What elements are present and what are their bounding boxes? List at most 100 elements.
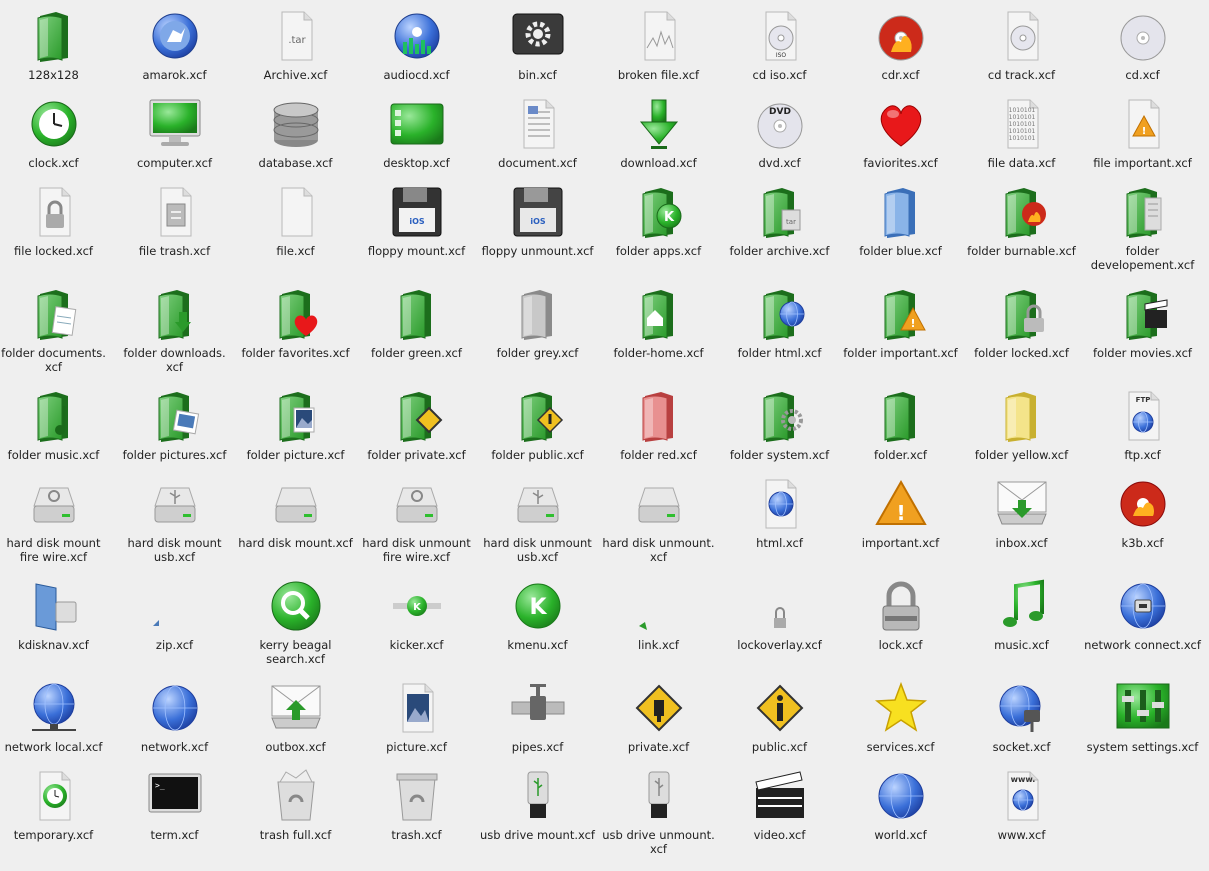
icon-label: ftp.xcf bbox=[1082, 448, 1203, 462]
icon-tile[interactable]: file.xcf bbox=[235, 184, 356, 258]
icon-tile[interactable]: world.xcf bbox=[840, 768, 961, 842]
icon-tile[interactable]: >_ term.xcf bbox=[114, 768, 235, 842]
icon-tile[interactable]: folder documents. xcf bbox=[0, 286, 114, 374]
icon-tile[interactable]: Kkmenu.xcf bbox=[477, 578, 598, 652]
icon-tile[interactable]: www. www.xcf bbox=[961, 768, 1082, 842]
icon-tile[interactable]: FTP ftp.xcf bbox=[1082, 388, 1203, 462]
folder-yellow-icon bbox=[994, 388, 1050, 444]
icon-tile[interactable]: ! important.xcf bbox=[840, 476, 961, 550]
icon-tile[interactable]: 128x128 bbox=[0, 8, 114, 82]
icon-tile[interactable]: ! folder important.xcf bbox=[840, 286, 961, 360]
trash-icon bbox=[389, 768, 445, 824]
icon-tile[interactable]: folder pictures.xcf bbox=[114, 388, 235, 462]
icon-label-line: music.xcf bbox=[994, 638, 1049, 652]
icon-tile[interactable]: folder grey.xcf bbox=[477, 286, 598, 360]
icon-tile[interactable]: hard disk unmount fire wire.xcf bbox=[356, 476, 477, 564]
icon-tile[interactable]: download.xcf bbox=[598, 96, 719, 170]
icon-tile[interactable]: iOS floppy unmount.xcf bbox=[477, 184, 598, 258]
icon-tile[interactable]: DVD dvd.xcf bbox=[719, 96, 840, 170]
icon-tile[interactable]: folder blue.xcf bbox=[840, 184, 961, 258]
icon-tile[interactable]: hard disk unmount. xcf bbox=[598, 476, 719, 564]
icon-tile[interactable]: file locked.xcf bbox=[0, 184, 114, 258]
icon-tile[interactable]: folder yellow.xcf bbox=[961, 388, 1082, 462]
icon-tile[interactable]: tar folder archive.xcf bbox=[719, 184, 840, 258]
icon-tile[interactable]: socket.xcf bbox=[961, 680, 1082, 754]
icon-tile[interactable]: network connect.xcf bbox=[1082, 578, 1203, 652]
icon-tile[interactable]: ! file important.xcf bbox=[1082, 96, 1203, 170]
icon-tile[interactable]: link.xcf bbox=[598, 578, 719, 652]
icon-tile[interactable]: hard disk mount usb.xcf bbox=[114, 476, 235, 564]
icon-tile[interactable]: cd track.xcf bbox=[961, 8, 1082, 82]
icon-tile[interactable]: cd.xcf bbox=[1082, 8, 1203, 82]
icon-tile[interactable]: folder burnable.xcf bbox=[961, 184, 1082, 258]
icon-tile[interactable]: zip.xcf bbox=[114, 578, 235, 652]
icon-label: download.xcf bbox=[598, 156, 719, 170]
icon-tile[interactable]: system settings.xcf bbox=[1082, 680, 1203, 754]
icon-tile[interactable]: network local.xcf bbox=[0, 680, 114, 754]
icon-tile[interactable]: folder downloads. xcf bbox=[114, 286, 235, 374]
icon-tile[interactable]: services.xcf bbox=[840, 680, 961, 754]
icon-tile[interactable]: lock.xcf bbox=[840, 578, 961, 652]
icon-tile[interactable]: outbox.xcf bbox=[235, 680, 356, 754]
icon-tile[interactable]: folder locked.xcf bbox=[961, 286, 1082, 360]
icon-tile[interactable]: public.xcf bbox=[719, 680, 840, 754]
icon-tile[interactable]: broken file.xcf bbox=[598, 8, 719, 82]
icon-tile[interactable]: folder public.xcf bbox=[477, 388, 598, 462]
icon-tile[interactable]: trash.xcf bbox=[356, 768, 477, 842]
icon-tile[interactable]: folder red.xcf bbox=[598, 388, 719, 462]
icon-tile[interactable]: pipes.xcf bbox=[477, 680, 598, 754]
icon-tile[interactable]: ISO cd iso.xcf bbox=[719, 8, 840, 82]
icon-label: folder documents. xcf bbox=[0, 346, 114, 374]
icon-tile[interactable]: audiocd.xcf bbox=[356, 8, 477, 82]
icon-tile[interactable]: private.xcf bbox=[598, 680, 719, 754]
icon-tile[interactable]: Kkicker.xcf bbox=[356, 578, 477, 652]
icon-tile[interactable]: desktop.xcf bbox=[356, 96, 477, 170]
icon-tile[interactable]: picture.xcf bbox=[356, 680, 477, 754]
icon-tile[interactable]: computer.xcf bbox=[114, 96, 235, 170]
icon-tile[interactable]: music.xcf bbox=[961, 578, 1082, 652]
icon-tile[interactable]: clock.xcf bbox=[0, 96, 114, 170]
file-locked-icon bbox=[26, 184, 82, 240]
icon-tile[interactable]: temporary.xcf bbox=[0, 768, 114, 842]
icon-tile[interactable]: document.xcf bbox=[477, 96, 598, 170]
icon-tile[interactable]: kerry beagal search.xcf bbox=[235, 578, 356, 666]
icon-tile[interactable]: folder picture.xcf bbox=[235, 388, 356, 462]
icon-tile[interactable]: faviorites.xcf bbox=[840, 96, 961, 170]
icon-tile[interactable]: folder developement.xcf bbox=[1082, 184, 1203, 272]
icon-tile[interactable]: bin.xcf bbox=[477, 8, 598, 82]
icon-tile[interactable]: video.xcf bbox=[719, 768, 840, 842]
icon-tile[interactable]: database.xcf bbox=[235, 96, 356, 170]
icon-tile[interactable]: folder-home.xcf bbox=[598, 286, 719, 360]
icon-label: picture.xcf bbox=[356, 740, 477, 754]
icon-tile[interactable]: html.xcf bbox=[719, 476, 840, 550]
icon-tile[interactable]: usb drive unmount. xcf bbox=[598, 768, 719, 856]
icon-tile[interactable]: kdisknav.xcf bbox=[0, 578, 114, 652]
icon-tile[interactable]: file trash.xcf bbox=[114, 184, 235, 258]
icon-tile[interactable]: .tar Archive.xcf bbox=[235, 8, 356, 82]
icon-tile[interactable]: cdr.xcf bbox=[840, 8, 961, 82]
icon-label: kmenu.xcf bbox=[477, 638, 598, 652]
icon-tile[interactable]: hard disk mount.xcf bbox=[235, 476, 356, 550]
icon-tile[interactable]: folder favorites.xcf bbox=[235, 286, 356, 360]
icon-tile[interactable]: hard disk mount fire wire.xcf bbox=[0, 476, 114, 564]
icon-tile[interactable]: folder system.xcf bbox=[719, 388, 840, 462]
icon-tile[interactable]: lockoverlay.xcf bbox=[719, 578, 840, 652]
icon-tile[interactable]: usb drive mount.xcf bbox=[477, 768, 598, 842]
icon-tile[interactable]: network.xcf bbox=[114, 680, 235, 754]
icon-tile[interactable]: folder private.xcf bbox=[356, 388, 477, 462]
icon-tile[interactable]: folder.xcf bbox=[840, 388, 961, 462]
icon-tile[interactable]: folder html.xcf bbox=[719, 286, 840, 360]
icon-label-line: file locked.xcf bbox=[14, 244, 93, 258]
folder-pictures-icon bbox=[147, 388, 203, 444]
icon-tile[interactable]: inbox.xcf bbox=[961, 476, 1082, 550]
icon-tile[interactable]: folder movies.xcf bbox=[1082, 286, 1203, 360]
icon-tile[interactable]: folder music.xcf bbox=[0, 388, 114, 462]
icon-tile[interactable]: hard disk unmount usb.xcf bbox=[477, 476, 598, 564]
icon-tile[interactable]: k3b.xcf bbox=[1082, 476, 1203, 550]
icon-tile[interactable]: Kfolder apps.xcf bbox=[598, 184, 719, 258]
icon-tile[interactable]: trash full.xcf bbox=[235, 768, 356, 842]
icon-tile[interactable]: 1010101 1010101 1010101 1010101 1010101 file … bbox=[961, 96, 1082, 170]
icon-tile[interactable]: amarok.xcf bbox=[114, 8, 235, 82]
icon-tile[interactable]: iOS floppy mount.xcf bbox=[356, 184, 477, 258]
icon-tile[interactable]: folder green.xcf bbox=[356, 286, 477, 360]
